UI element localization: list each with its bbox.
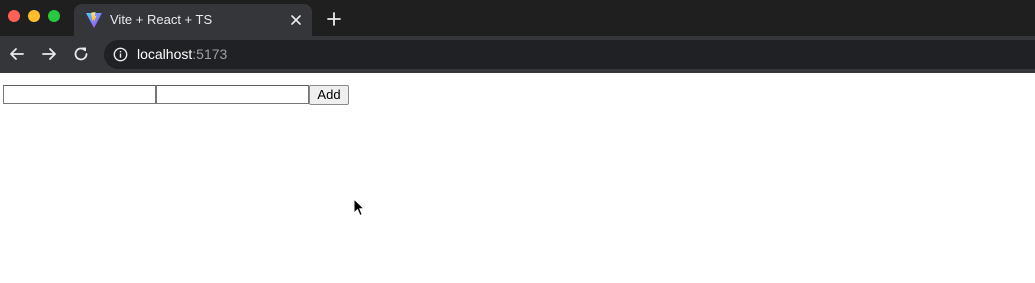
tab-strip: Vite + React + TS xyxy=(0,0,1035,36)
vite-logo-icon xyxy=(86,12,102,28)
page-content: Add xyxy=(0,73,1035,283)
browser-chrome: Vite + React + TS localhost:5173 xyxy=(0,0,1035,73)
url-host: localhost xyxy=(137,46,193,62)
first-text-input[interactable] xyxy=(3,85,156,104)
browser-toolbar: localhost:5173 xyxy=(0,36,1035,73)
arrow-left-icon[interactable] xyxy=(8,45,26,63)
url-text[interactable]: localhost:5173 xyxy=(137,46,227,63)
info-icon[interactable] xyxy=(113,47,128,62)
url-port: :5173 xyxy=(192,46,228,62)
window-minimize-button[interactable] xyxy=(28,10,40,22)
address-bar[interactable]: localhost:5173 xyxy=(104,40,1035,69)
reload-icon[interactable] xyxy=(72,45,90,63)
mouse-pointer-icon xyxy=(353,198,365,217)
close-icon[interactable] xyxy=(288,12,304,28)
window-maximize-button[interactable] xyxy=(48,10,60,22)
plus-icon[interactable] xyxy=(326,11,342,27)
browser-tab[interactable]: Vite + React + TS xyxy=(74,4,312,36)
arrow-right-icon[interactable] xyxy=(40,45,58,63)
second-text-input[interactable] xyxy=(156,85,309,104)
add-button[interactable]: Add xyxy=(309,85,349,105)
window-close-button[interactable] xyxy=(8,10,20,22)
tab-title: Vite + React + TS xyxy=(110,12,213,27)
